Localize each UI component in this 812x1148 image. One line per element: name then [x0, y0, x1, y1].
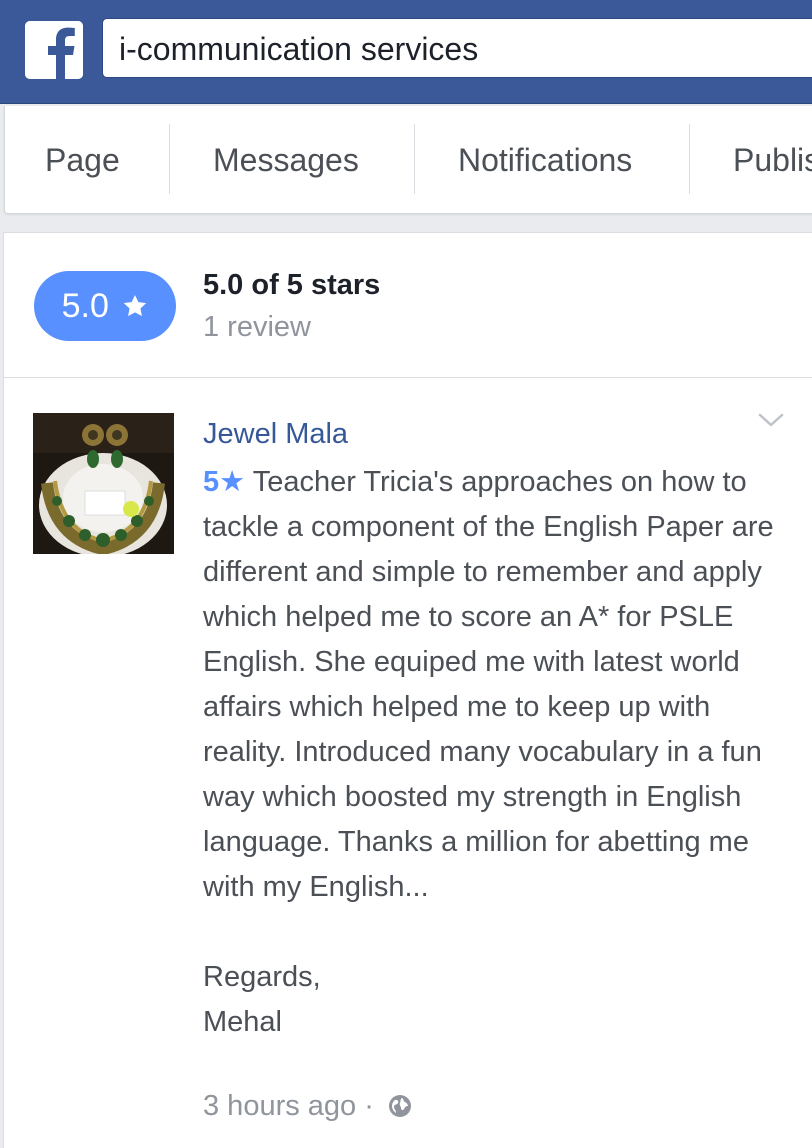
review-timestamp[interactable]: 3 hours ago [203, 1090, 356, 1122]
rating-badge: 5.0 [34, 271, 176, 341]
review-star-value: 5 [203, 466, 220, 498]
globe-icon[interactable] [388, 1093, 412, 1126]
review-body: 5★ Teacher Tricia's approaches on how to… [203, 460, 783, 1045]
tab-publishing-tools[interactable]: Publis [733, 106, 812, 214]
review-star-rating: 5★ [203, 466, 245, 498]
avatar[interactable] [33, 413, 174, 554]
tab-notifications[interactable]: Notifications [458, 106, 632, 214]
search-input[interactable]: i-communication services [102, 18, 812, 78]
review-item: Jewel Mala 5★ Teacher Tricia's approache… [3, 378, 812, 1148]
top-bar: i-communication services [0, 0, 812, 104]
review-regards: Regards, [203, 961, 321, 993]
review-meta: 3 hours ago · [203, 1090, 412, 1126]
meta-separator: · [364, 1090, 374, 1122]
rating-badge-value: 5.0 [61, 287, 109, 325]
tab-divider [414, 124, 415, 194]
star-icon: ★ [219, 466, 246, 498]
rating-title: 5.0 of 5 stars [203, 269, 381, 301]
chevron-down-icon[interactable] [756, 408, 786, 432]
reviewer-name[interactable]: Jewel Mala [203, 418, 348, 451]
tab-divider [689, 124, 690, 194]
page-tabs: Page Messages Notifications Publis [4, 106, 812, 214]
tab-divider [169, 124, 170, 194]
star-icon [124, 294, 147, 317]
facebook-logo-icon[interactable] [25, 21, 83, 79]
rating-summary: 5.0 5.0 of 5 stars 1 review [3, 232, 812, 378]
review-text: Teacher Tricia's approaches on how to ta… [203, 466, 774, 903]
tab-messages[interactable]: Messages [213, 106, 359, 214]
review-signature: Mehal [203, 1006, 282, 1038]
tab-page[interactable]: Page [45, 106, 120, 214]
review-count[interactable]: 1 review [203, 311, 311, 344]
